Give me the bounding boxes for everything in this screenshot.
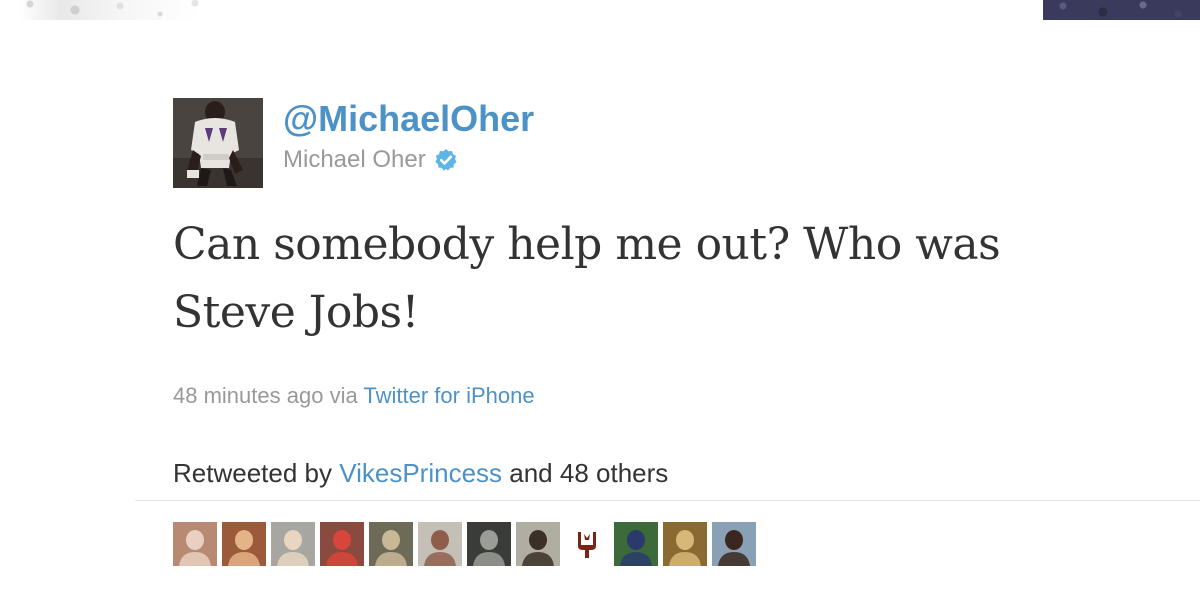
author-avatar[interactable] (173, 98, 263, 188)
author-names: @MichaelOher Michael Oher (283, 98, 534, 175)
author-full-name: Michael Oher (283, 146, 426, 173)
retweeter-avatar-9[interactable] (565, 522, 609, 566)
verified-badge-icon (434, 148, 458, 172)
via-label: via (329, 383, 358, 408)
retweeter-avatar-11[interactable] (663, 522, 707, 566)
retweeter-avatar-12[interactable] (712, 522, 756, 566)
divider (135, 500, 1200, 501)
retweeter-avatar-4[interactable] (320, 522, 364, 566)
retweeter-avatar-3[interactable] (271, 522, 315, 566)
retweeter-avatar-10[interactable] (614, 522, 658, 566)
retweeter-avatars (173, 522, 761, 566)
retweeter-avatar-5[interactable] (369, 522, 413, 566)
tweet-header: @MichaelOher Michael Oher (173, 98, 1173, 188)
tweet-meta: 48 minutes ago via Twitter for iPhone (173, 382, 1173, 410)
retweet-prefix: Retweeted by (173, 458, 332, 488)
tweet-source-link[interactable]: Twitter for iPhone (363, 383, 534, 408)
avatar-photo (173, 98, 263, 188)
retweet-summary: Retweeted by VikesPrincess and 48 others (173, 458, 1173, 488)
background-dark-corner (1043, 0, 1200, 20)
retweeter-avatar-7[interactable] (467, 522, 511, 566)
tweet-timestamp-link[interactable]: 48 minutes ago (173, 383, 323, 408)
retweeter-avatar-6[interactable] (418, 522, 462, 566)
retweeter-avatar-2[interactable] (222, 522, 266, 566)
retweeter-avatar-1[interactable] (173, 522, 217, 566)
background-texture (0, 0, 1200, 20)
retweeter-user-link[interactable]: VikesPrincess (339, 458, 502, 488)
background-speckle (0, 0, 220, 20)
tweet-text: Can somebody help me out? Who was Steve … (173, 219, 1001, 338)
retweeter-avatar-8[interactable] (516, 522, 560, 566)
author-handle-link[interactable]: @MichaelOher (283, 99, 534, 139)
tweet-card: @MichaelOher Michael Oher Can somebody h… (173, 98, 1173, 488)
author-fullname-row: Michael Oher (283, 145, 534, 175)
retweet-suffix: and 48 others (509, 458, 669, 488)
